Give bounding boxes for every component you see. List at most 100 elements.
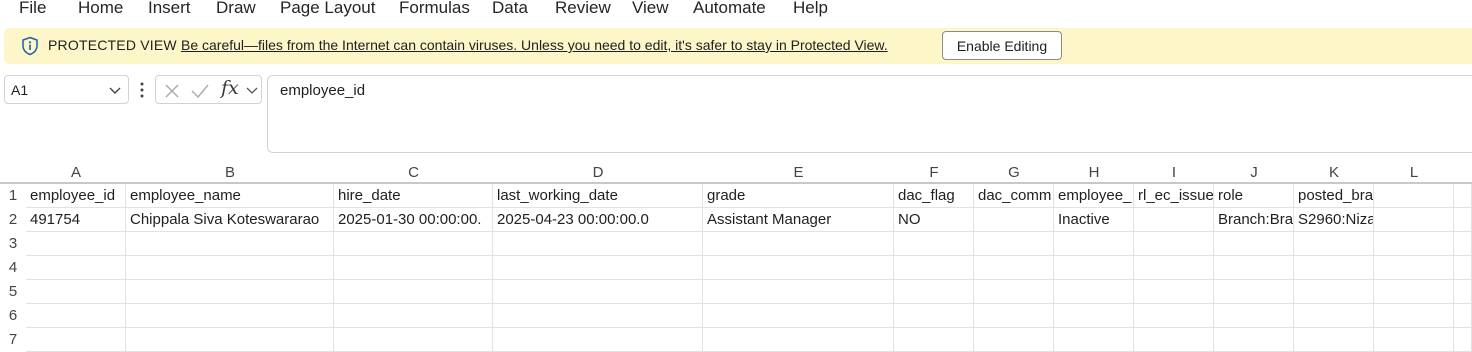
cell-h1[interactable]: employee_ <box>1054 184 1134 208</box>
row-header-7[interactable]: 7 <box>0 328 26 352</box>
cell-e2[interactable]: Assistant Manager <box>703 208 894 232</box>
chevron-down-icon[interactable] <box>246 84 258 96</box>
cell-j3[interactable] <box>1214 232 1294 256</box>
cell-j2[interactable]: Branch:Bra <box>1214 208 1294 232</box>
cell-g5[interactable] <box>974 280 1054 304</box>
cell-b5[interactable] <box>126 280 334 304</box>
cell-l5[interactable] <box>1374 280 1454 304</box>
cell-l3[interactable] <box>1374 232 1454 256</box>
cell-l2[interactable] <box>1374 208 1454 232</box>
more-options-icon[interactable] <box>136 81 148 99</box>
cell-a3[interactable] <box>26 232 126 256</box>
row-header-6[interactable]: 6 <box>0 304 26 328</box>
cell-l6[interactable] <box>1374 304 1454 328</box>
cell-i3[interactable] <box>1134 232 1214 256</box>
cell-h5[interactable] <box>1054 280 1134 304</box>
menu-help[interactable]: Help <box>793 0 828 18</box>
cell-d5[interactable] <box>493 280 703 304</box>
cell-h3[interactable] <box>1054 232 1134 256</box>
cell-f5[interactable] <box>894 280 974 304</box>
cell-d2[interactable]: 2025-04-23 00:00:00.0 <box>493 208 703 232</box>
cell-i1[interactable]: rl_ec_issue <box>1134 184 1214 208</box>
cell-j7[interactable] <box>1214 328 1294 352</box>
menu-file[interactable]: File <box>19 0 46 18</box>
cell-d1[interactable]: last_working_date <box>493 184 703 208</box>
menu-review[interactable]: Review <box>555 0 611 18</box>
cell-b7[interactable] <box>126 328 334 352</box>
cell-b3[interactable] <box>126 232 334 256</box>
cell-h4[interactable] <box>1054 256 1134 280</box>
cell-c4[interactable] <box>334 256 493 280</box>
column-header-d[interactable]: D <box>493 162 703 184</box>
cell-k4[interactable] <box>1294 256 1374 280</box>
cell-b4[interactable] <box>126 256 334 280</box>
menu-draw[interactable]: Draw <box>216 0 256 18</box>
cell-k1[interactable]: posted_branch <box>1294 184 1374 208</box>
cell-k6[interactable] <box>1294 304 1374 328</box>
cell-i4[interactable] <box>1134 256 1214 280</box>
row-header-1[interactable]: 1 <box>0 184 26 208</box>
column-header-i[interactable]: I <box>1134 162 1214 184</box>
protected-view-message-link[interactable]: Be careful—files from the Internet can c… <box>181 37 888 53</box>
cell-c6[interactable] <box>334 304 493 328</box>
cell-e1[interactable]: grade <box>703 184 894 208</box>
cell-f1[interactable]: dac_flag <box>894 184 974 208</box>
column-header-l[interactable]: L <box>1374 162 1454 184</box>
cell-h2[interactable]: Inactive <box>1054 208 1134 232</box>
cell-c2[interactable]: 2025-01-30 00:00:00. <box>334 208 493 232</box>
row-header-4[interactable]: 4 <box>0 256 26 280</box>
cell-i5[interactable] <box>1134 280 1214 304</box>
cell-i6[interactable] <box>1134 304 1214 328</box>
cell-g4[interactable] <box>974 256 1054 280</box>
cell-d4[interactable] <box>493 256 703 280</box>
cell-a5[interactable] <box>26 280 126 304</box>
cell-e6[interactable] <box>703 304 894 328</box>
cancel-icon[interactable] <box>163 82 181 100</box>
cell-a1[interactable]: employee_id <box>26 184 126 208</box>
enter-check-icon[interactable] <box>190 82 210 100</box>
column-header-a[interactable]: A <box>26 162 126 184</box>
chevron-down-icon[interactable] <box>108 83 122 97</box>
row-header-5[interactable]: 5 <box>0 280 26 304</box>
cell-l7[interactable] <box>1374 328 1454 352</box>
menu-view[interactable]: View <box>632 0 669 18</box>
column-header-k[interactable]: K <box>1294 162 1374 184</box>
menu-insert[interactable]: Insert <box>148 0 191 18</box>
cell-a2[interactable]: 491754 <box>26 208 126 232</box>
cell-f7[interactable] <box>894 328 974 352</box>
cell-c5[interactable] <box>334 280 493 304</box>
menu-automate[interactable]: Automate <box>693 0 766 18</box>
cell-g3[interactable] <box>974 232 1054 256</box>
cell-k2[interactable]: S2960:Nizampet <box>1294 208 1374 232</box>
cell-d6[interactable] <box>493 304 703 328</box>
menu-data[interactable]: Data <box>492 0 528 18</box>
column-header-c[interactable]: C <box>334 162 493 184</box>
enable-editing-button[interactable]: Enable Editing <box>942 31 1062 60</box>
cell-g7[interactable] <box>974 328 1054 352</box>
cell-l1[interactable] <box>1374 184 1454 208</box>
cell-g6[interactable] <box>974 304 1054 328</box>
menu-formulas[interactable]: Formulas <box>399 0 470 18</box>
cell-b1[interactable]: employee_name <box>126 184 334 208</box>
cell-a7[interactable] <box>26 328 126 352</box>
column-header-f[interactable]: F <box>894 162 974 184</box>
select-all-corner[interactable] <box>0 162 26 184</box>
insert-function-icon[interactable]: fx <box>221 77 239 99</box>
cell-e3[interactable] <box>703 232 894 256</box>
cell-f3[interactable] <box>894 232 974 256</box>
cell-j5[interactable] <box>1214 280 1294 304</box>
cell-k7[interactable] <box>1294 328 1374 352</box>
cell-f4[interactable] <box>894 256 974 280</box>
cell-i7[interactable] <box>1134 328 1214 352</box>
cell-d3[interactable] <box>493 232 703 256</box>
cell-a6[interactable] <box>26 304 126 328</box>
formula-bar[interactable]: employee_id <box>267 75 1472 153</box>
column-header-h[interactable]: H <box>1054 162 1134 184</box>
cell-h6[interactable] <box>1054 304 1134 328</box>
cell-k3[interactable] <box>1294 232 1374 256</box>
cell-c1[interactable]: hire_date <box>334 184 493 208</box>
cell-b2[interactable]: Chippala Siva Koteswararao <box>126 208 334 232</box>
cell-j6[interactable] <box>1214 304 1294 328</box>
cell-e4[interactable] <box>703 256 894 280</box>
cell-j4[interactable] <box>1214 256 1294 280</box>
